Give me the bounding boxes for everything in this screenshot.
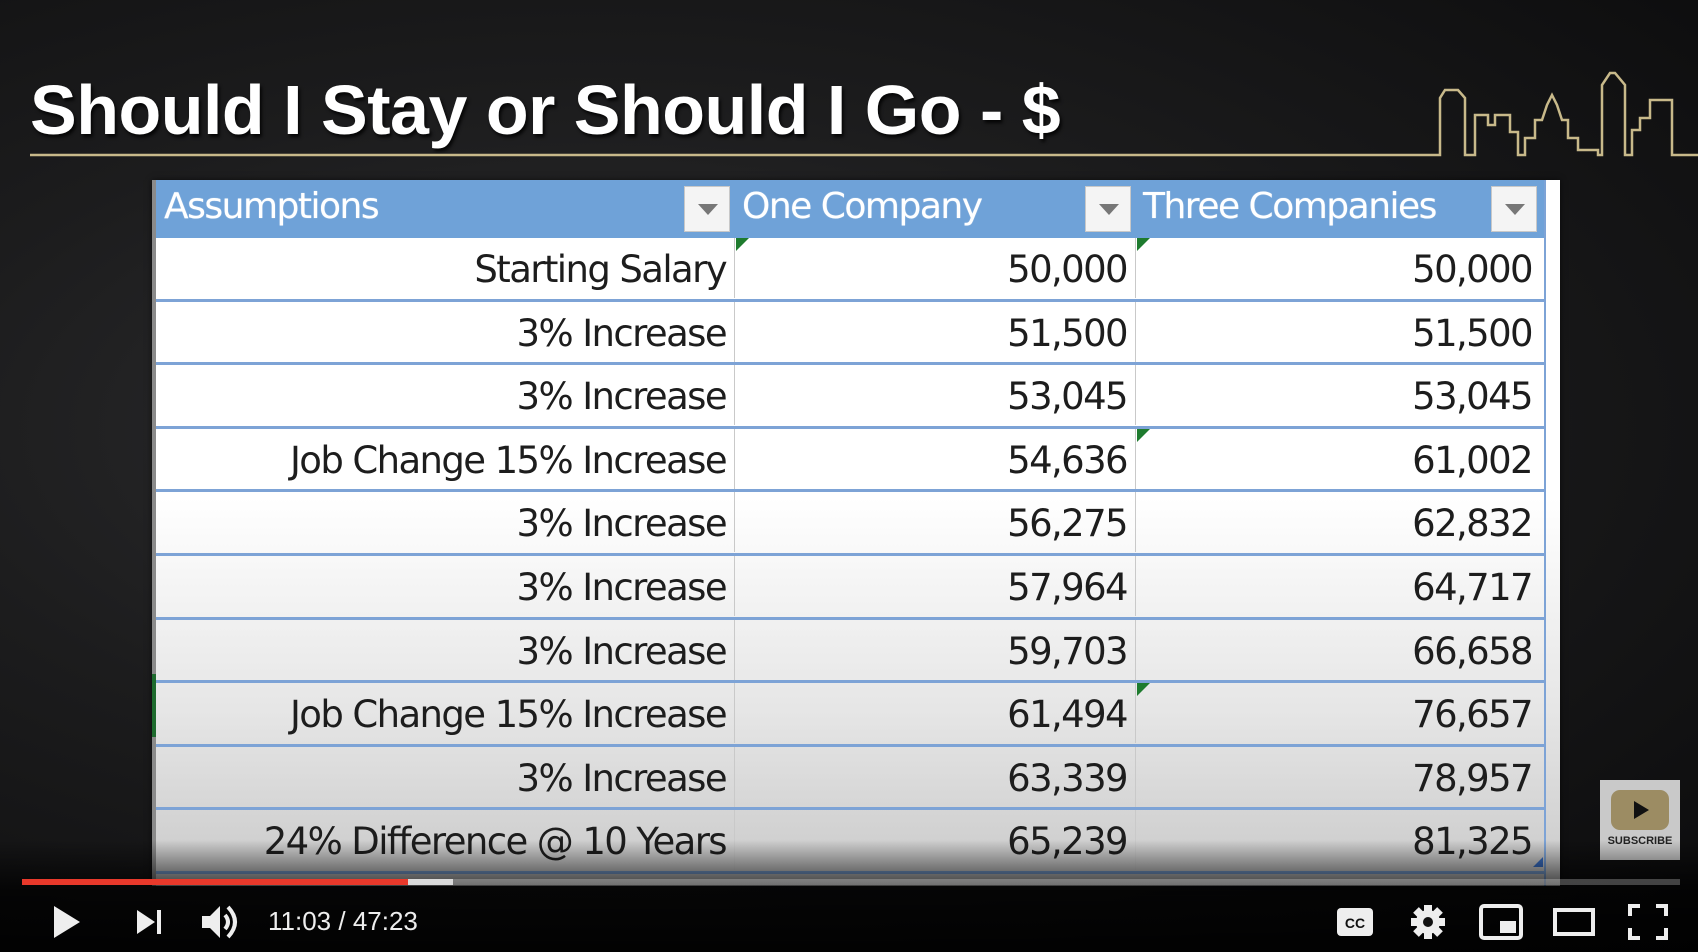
cell-assumption[interactable]: 3% Increase	[156, 556, 734, 616]
cell-three-companies[interactable]: 62,832	[1135, 492, 1544, 553]
table-row: Starting Salary 50,000 50,000	[156, 238, 1544, 302]
cell-three-companies[interactable]: 51,500	[1135, 301, 1544, 362]
column-header-label: Assumptions	[164, 186, 380, 227]
progress-bar[interactable]	[22, 879, 1680, 885]
cell-three-companies[interactable]: 64,717	[1135, 556, 1544, 616]
table-row: 3% Increase 56,275 62,832	[156, 492, 1544, 556]
table-row: Job Change 15% Increase 61,494 76,657	[156, 683, 1544, 747]
miniplayer-button[interactable]	[1478, 900, 1524, 944]
error-indicator-icon	[1137, 428, 1150, 442]
cell-assumption[interactable]: 3% Increase	[156, 747, 734, 807]
time-display: 11:03 / 47:23	[268, 906, 418, 937]
cell-assumption[interactable]: 3% Increase	[156, 302, 734, 362]
cell-one-company[interactable]: 56,275	[734, 492, 1135, 553]
cell-one-company[interactable]: 63,339	[734, 746, 1135, 807]
cell-value: 61,002	[1412, 438, 1533, 482]
column-header-label: Three Companies	[1143, 186, 1437, 227]
cell-three-companies[interactable]: 61,002	[1135, 428, 1544, 489]
table-header-row: Assumptions One Company Three Companies	[156, 180, 1544, 238]
cell-assumption[interactable]: 3% Increase	[156, 620, 734, 680]
cell-three-companies[interactable]: 50,000	[1135, 238, 1544, 298]
cell-assumption[interactable]: Job Change 15% Increase	[156, 683, 734, 743]
play-button[interactable]	[50, 900, 86, 944]
cell-value: 50,000	[1007, 248, 1128, 291]
table-row: 3% Increase 57,964 64,717	[156, 556, 1544, 620]
svg-text:CC: CC	[1345, 915, 1365, 931]
cell-three-companies[interactable]: 66,658	[1135, 619, 1544, 680]
cell-one-company[interactable]: 57,964	[734, 556, 1135, 616]
fullscreen-icon	[1628, 904, 1668, 940]
column-header-three-companies: Three Companies	[1135, 180, 1544, 238]
volume-button[interactable]	[200, 900, 244, 944]
cell-one-company[interactable]: 59,703	[734, 619, 1135, 680]
table-row: 3% Increase 53,045 53,045	[156, 365, 1544, 429]
gear-icon	[1411, 905, 1445, 939]
theater-mode-icon	[1553, 908, 1595, 936]
assumptions-table: Assumptions One Company Three Companies …	[152, 180, 1560, 886]
column-header-one-company: One Company	[734, 180, 1135, 238]
cell-three-companies[interactable]: 53,045	[1135, 365, 1544, 426]
cell-one-company[interactable]: 51,500	[734, 301, 1135, 362]
duration: 47:23	[352, 906, 418, 936]
fullscreen-button[interactable]	[1626, 900, 1670, 944]
selection-indicator	[152, 674, 156, 737]
youtube-play-icon	[1611, 790, 1669, 830]
table-row: 3% Increase 51,500 51,500	[156, 301, 1544, 366]
volume-icon	[202, 905, 237, 939]
cell-assumption[interactable]: Job Change 15% Increase	[156, 429, 734, 489]
error-indicator-icon	[1137, 683, 1150, 697]
cell-one-company[interactable]: 53,045	[734, 365, 1135, 426]
filter-dropdown-icon[interactable]	[684, 186, 730, 232]
table-row: 3% Increase 63,339 78,957	[156, 746, 1544, 811]
table-row: 3% Increase 59,703 66,658	[156, 619, 1544, 684]
cell-assumption[interactable]: 3% Increase	[156, 492, 734, 552]
cell-value: 50,000	[1412, 248, 1533, 291]
table-right-edge	[1544, 180, 1546, 886]
captions-button[interactable]: CC	[1335, 900, 1375, 944]
cell-one-company[interactable]: 50,000	[734, 238, 1135, 298]
cell-three-companies[interactable]: 76,657	[1135, 683, 1544, 744]
cell-value: 76,657	[1412, 693, 1533, 737]
progress-played	[22, 879, 409, 885]
time-separator: /	[331, 906, 353, 936]
play-icon	[54, 906, 80, 938]
miniplayer-icon	[1479, 904, 1523, 940]
cell-one-company[interactable]: 61,494	[734, 683, 1135, 744]
settings-button[interactable]	[1408, 900, 1448, 944]
cell-assumption[interactable]: 3% Increase	[156, 365, 734, 425]
table-row: Job Change 15% Increase 54,636 61,002	[156, 428, 1544, 493]
error-indicator-icon	[736, 238, 749, 251]
error-indicator-icon	[1137, 238, 1150, 251]
column-header-label: One Company	[742, 186, 983, 227]
cell-assumption[interactable]: Starting Salary	[156, 238, 734, 298]
next-icon	[137, 910, 161, 934]
column-header-assumptions: Assumptions	[156, 180, 734, 238]
cell-three-companies[interactable]: 78,957	[1135, 746, 1544, 807]
filter-dropdown-icon[interactable]	[1491, 186, 1537, 232]
skyline-logo	[30, 71, 1698, 157]
title-underline	[30, 71, 1698, 157]
filter-dropdown-icon[interactable]	[1085, 186, 1131, 232]
theater-mode-button[interactable]	[1552, 900, 1596, 944]
captions-icon: CC	[1337, 908, 1373, 936]
cell-one-company[interactable]: 54,636	[734, 428, 1135, 489]
next-button[interactable]	[133, 900, 167, 944]
current-time: 11:03	[268, 906, 332, 936]
